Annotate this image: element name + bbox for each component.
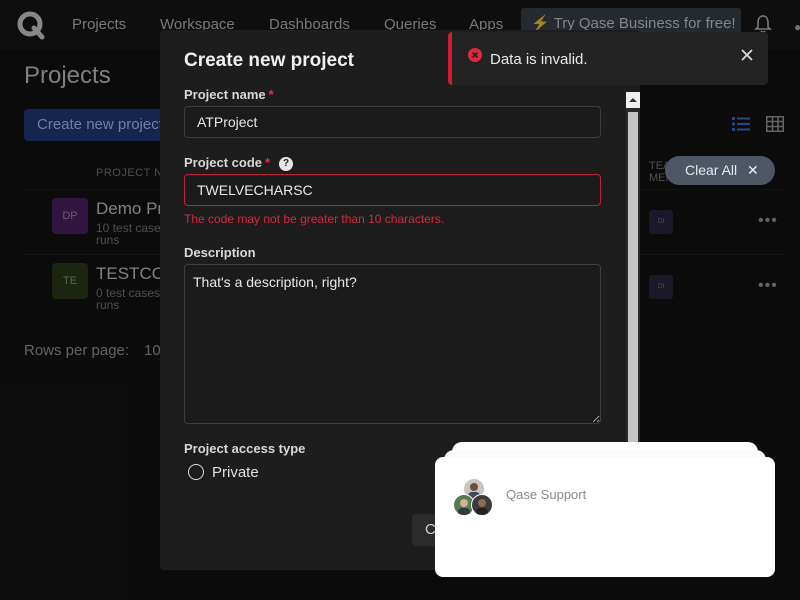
scroll-up-arrow-icon[interactable]: [626, 92, 640, 108]
required-marker: *: [265, 155, 271, 170]
access-type-label: Project access type: [184, 441, 306, 456]
error-circle-icon: [468, 48, 482, 62]
description-label: Description: [184, 245, 256, 260]
support-name: Qase Support: [506, 487, 587, 502]
project-code-label: Project code *?: [184, 155, 294, 171]
required-marker: *: [268, 87, 274, 102]
help-icon[interactable]: ?: [279, 157, 294, 171]
project-code-label-text: Project code: [184, 155, 263, 170]
project-code-input[interactable]: [184, 174, 601, 206]
private-radio-label[interactable]: Private: [212, 464, 259, 481]
close-icon[interactable]: [740, 48, 754, 62]
scrollbar-thumb[interactable]: [628, 112, 638, 444]
modal-scroll-area: Project name* Project code*? The code ma…: [160, 86, 626, 470]
clear-all-button[interactable]: Clear All ✕: [665, 156, 775, 185]
project-name-label: Project name *: [184, 87, 274, 102]
clear-all-label: Clear All: [685, 162, 738, 178]
error-toast: Data is invalid.: [448, 32, 768, 85]
support-agent-avatar: [471, 494, 493, 516]
clear-all-close-icon: ✕: [747, 162, 759, 178]
project-name-label-text: Project name: [184, 87, 266, 102]
description-textarea[interactable]: That's a description, right?: [184, 264, 601, 424]
project-code-error: The code may not be greater than 10 char…: [184, 212, 445, 226]
private-radio[interactable]: [188, 464, 204, 480]
support-chat-widget[interactable]: Qase Support: [435, 457, 775, 577]
toast-message: Data is invalid.: [490, 51, 588, 68]
project-name-input[interactable]: [184, 106, 601, 138]
modal-title: Create new project: [184, 50, 354, 71]
